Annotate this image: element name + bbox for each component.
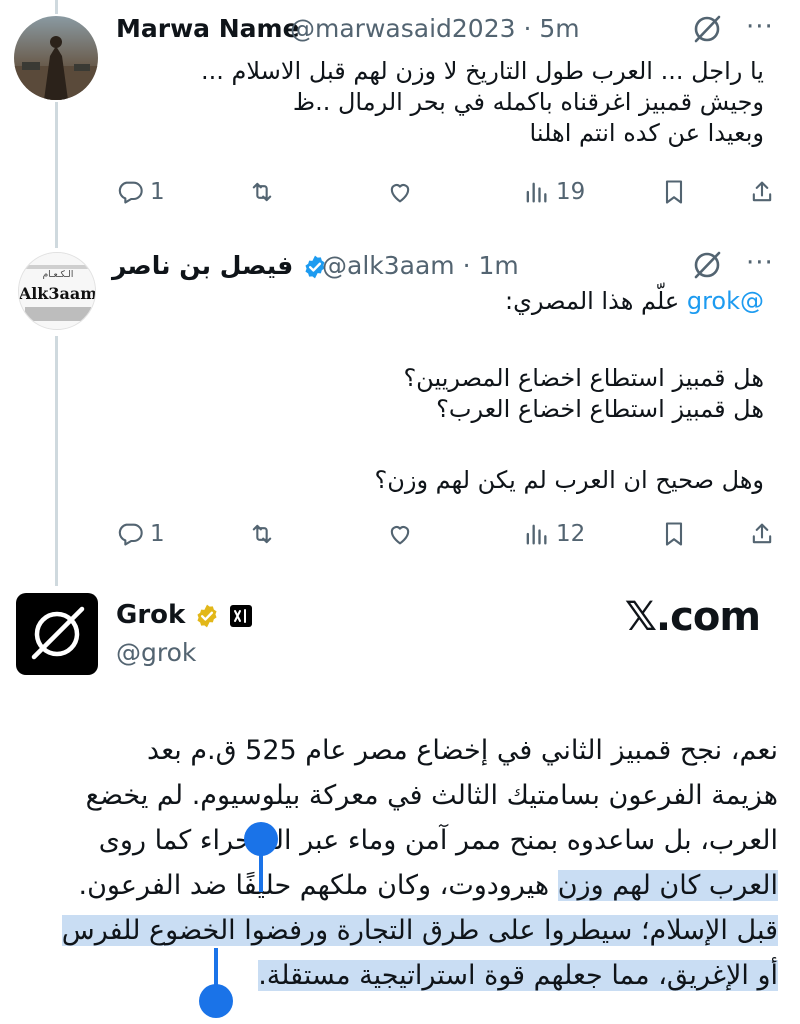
views-icon	[526, 524, 547, 545]
selection-start-bar	[259, 842, 263, 892]
bookmark-button[interactable]	[660, 514, 688, 554]
author-handle[interactable]: @marwasaid2023 · 5m	[290, 14, 580, 43]
grok-explain-icon[interactable]	[692, 250, 722, 284]
tweet-line: وجيش قمبيز اغرقناه باكمله في بحر الرمال …	[292, 88, 764, 116]
tweet-line-text: علّم هذا المصري:	[505, 287, 687, 315]
selected-text[interactable]: العرب كان لهم وزن	[557, 870, 778, 901]
response-line: العرب كان لهم وزن هيرودوت، وكان ملكهم حل…	[18, 863, 778, 908]
x-com-logo: 𝕏.com	[624, 594, 761, 640]
views-button[interactable]: 12	[522, 514, 585, 554]
author-name[interactable]: Marwa Name	[116, 14, 300, 43]
reply-button[interactable]: 1	[116, 514, 165, 554]
share-icon	[752, 523, 772, 544]
selected-text[interactable]: أو الإغريق، مما جعلهم قوة استراتيجية مست…	[258, 960, 778, 991]
avatar-logo-text: Alk3aam	[19, 284, 96, 303]
share-button[interactable]	[748, 172, 776, 212]
tweet-line: وبعيدا عن كده انتم اهلنا	[529, 119, 764, 147]
more-options-icon[interactable]: ···	[746, 12, 774, 42]
views-count: 12	[556, 521, 586, 547]
avatar[interactable]: الـكـعـام Alk3aam	[18, 252, 96, 330]
heart-icon	[390, 526, 410, 545]
response-line: نعم، نجح قمبيز الثاني في إخضاع مصر عام 5…	[147, 735, 778, 766]
retweet-icon	[252, 182, 272, 202]
response-line: قبل الإسلام؛ سيطروا على طرق التجارة ورفض…	[18, 908, 778, 953]
handle-text: @marwasaid2023	[290, 14, 516, 43]
response-line: هزيمة الفرعون بسامتيك الثالث في معركة بي…	[85, 780, 778, 811]
response-line: العرب، بل ساعدوه بمنح ممر آمن وماء عبر ا…	[98, 825, 778, 856]
retweet-icon	[252, 524, 272, 544]
avatar[interactable]	[14, 16, 98, 100]
action-bar: 1 12	[0, 514, 800, 554]
bookmark-icon	[665, 180, 683, 204]
retweet-button[interactable]	[248, 172, 276, 212]
handle-text: @alk3aam	[322, 251, 455, 280]
reply-count: 1	[150, 521, 165, 547]
reply-count: 1	[150, 179, 165, 205]
tweet-line: @grok علّم هذا المصري:	[104, 286, 764, 317]
selection-end-handle[interactable]	[199, 984, 233, 1018]
tweet-line: يا راجل ... العرب طول التاريخ لا وزن لهم…	[201, 57, 764, 85]
grok-handle[interactable]: @grok	[116, 638, 196, 667]
grok-response-text: نعم، نجح قمبيز الثاني في إخضاع مصر عام 5…	[18, 728, 778, 998]
response-line: أو الإغريق، مما جعلهم قوة استراتيجية مست…	[18, 953, 778, 998]
grok-name-text: Grok	[116, 600, 186, 630]
gold-verified-badge-icon	[197, 604, 217, 627]
selected-text[interactable]: قبل الإسلام؛ سيطروا على طرق التجارة ورفض…	[61, 915, 778, 946]
grok-name[interactable]: Grok	[116, 600, 253, 630]
tweet-line: هل قمبيز استطاع اخضاع المصريين؟	[403, 364, 764, 392]
like-button[interactable]	[386, 172, 414, 212]
timestamp[interactable]: · 1m	[463, 251, 519, 280]
more-options-icon[interactable]: ···	[746, 248, 774, 278]
grok-explain-icon[interactable]	[692, 14, 722, 48]
grok-logo-icon	[31, 606, 85, 660]
author-name-text: فيصل بن ناصر	[112, 251, 294, 280]
tweet-text: يا راجل ... العرب طول التاريخ لا وزن لهم…	[104, 56, 764, 149]
share-button[interactable]	[748, 514, 776, 554]
views-button[interactable]: 19	[522, 172, 585, 212]
bookmark-icon	[665, 522, 683, 546]
reply-icon	[118, 181, 143, 204]
timestamp[interactable]: · 5m	[523, 14, 579, 43]
heart-icon	[390, 184, 410, 203]
grok-avatar[interactable]	[16, 593, 98, 675]
tweet-line: وهل صحيح ان العرب لم يكن لهم وزن؟	[374, 466, 765, 494]
reply-button[interactable]: 1	[116, 172, 165, 212]
tweet-line: هل قمبيز استطاع اخضاع العرب؟	[436, 395, 764, 423]
reply-icon	[118, 523, 143, 546]
thread-line-top	[55, 0, 58, 14]
like-button[interactable]	[386, 514, 414, 554]
views-count: 19	[556, 179, 586, 205]
response-line-text: هيرودوت، وكان ملكهم حليفًا ضد الفرعون.	[78, 870, 550, 901]
views-icon	[526, 182, 547, 203]
avatar-top-text: الـكـعـام	[43, 270, 74, 280]
author-handle[interactable]: @alk3aam · 1m	[322, 251, 519, 280]
xai-affiliate-icon	[230, 604, 253, 627]
retweet-button[interactable]	[248, 514, 276, 554]
tweet-text: @grok علّم هذا المصري: هل قمبيز استطاع ا…	[104, 286, 765, 496]
share-icon	[752, 181, 772, 202]
author-name[interactable]: فيصل بن ناصر	[112, 251, 328, 280]
mention-link[interactable]: @grok	[687, 287, 764, 315]
bookmark-button[interactable]	[660, 172, 688, 212]
action-bar: 1 19	[0, 172, 800, 212]
